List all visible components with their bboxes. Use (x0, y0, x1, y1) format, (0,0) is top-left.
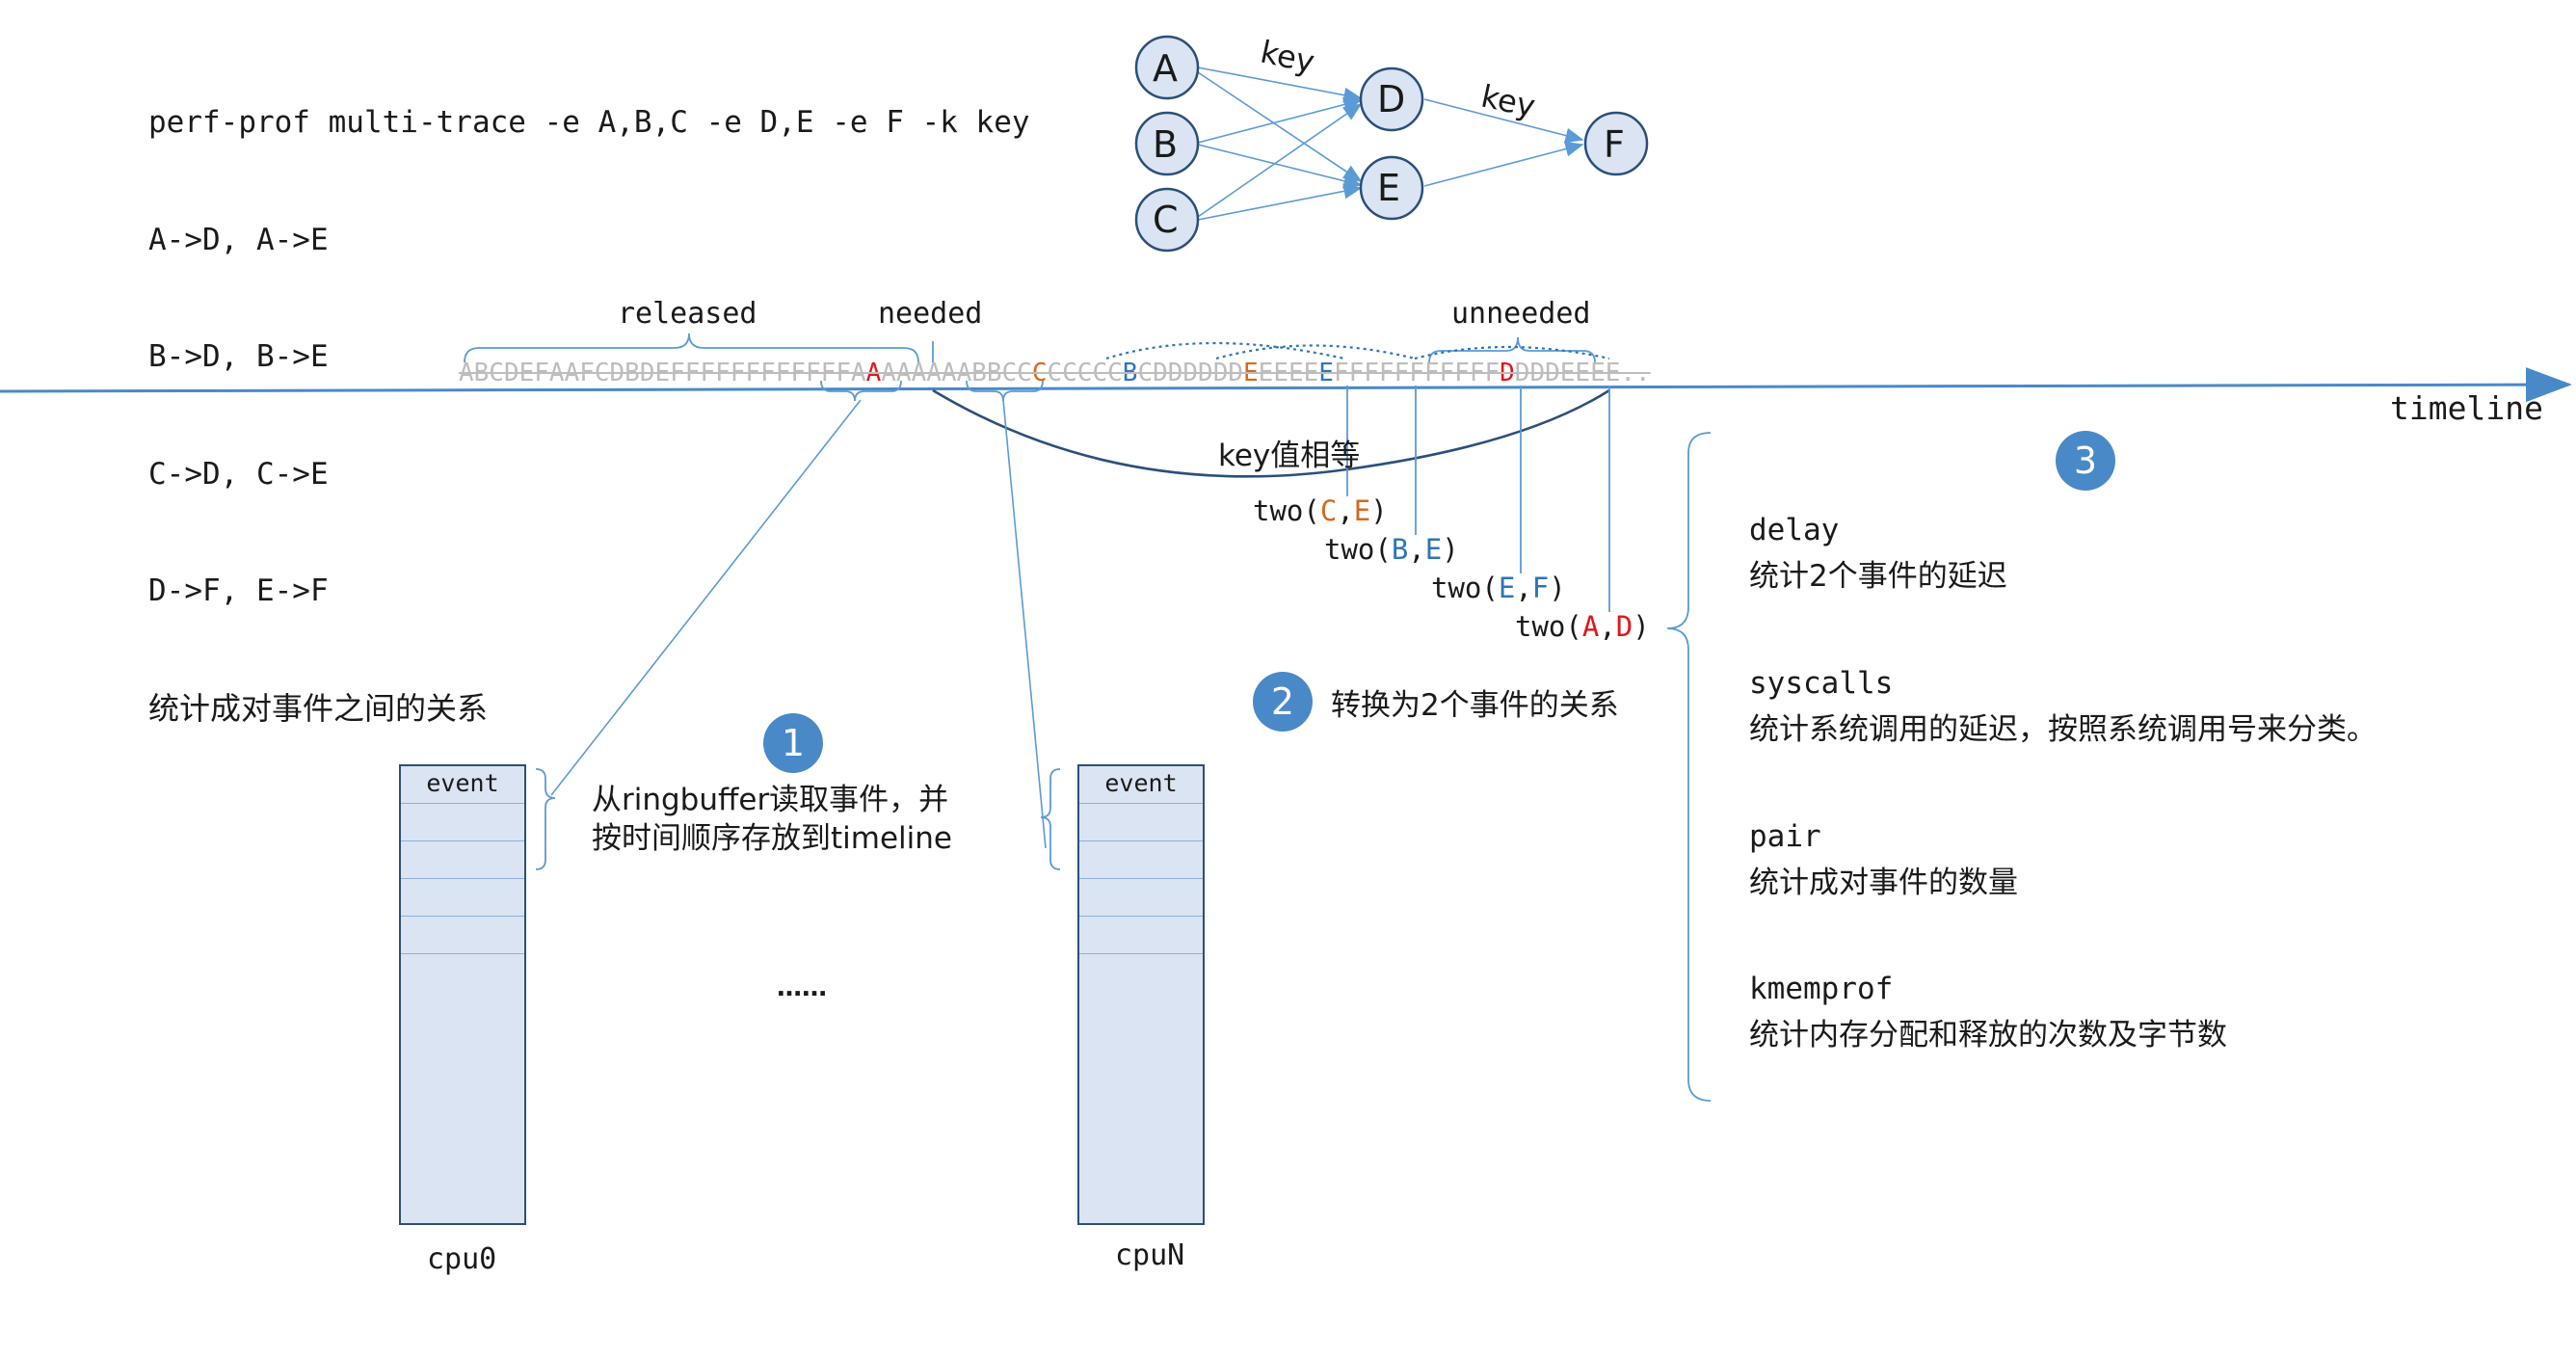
released-label: released (618, 297, 757, 331)
bracket-cpuN (1040, 768, 1061, 870)
edge-c-e (1197, 183, 1363, 221)
seq-seg: C (1031, 359, 1048, 387)
mode-desc: 统计成对事件的数量 (1749, 866, 2018, 900)
needed-label: needed (878, 297, 983, 331)
graph-nodes (1134, 35, 1649, 253)
mode-name: syscalls (1749, 666, 1894, 701)
pair-label-e-f: two(E,F) (1431, 572, 1566, 604)
node-d-label: D (1377, 78, 1406, 120)
seq-seg: CDDDDDD (1137, 359, 1244, 387)
bracket-cpu0 (535, 768, 556, 870)
buffer-slot (401, 804, 524, 841)
mode-delay: delay 统计2个事件的延迟 (1749, 513, 2007, 594)
mode-name: kmemprof (1749, 972, 1894, 1006)
seq-seg: A (865, 359, 882, 387)
unneeded-label: unneeded (1451, 297, 1591, 331)
buffer-slot (1079, 917, 1203, 954)
buffer-slot (1079, 804, 1203, 841)
step-1-line: 从ringbuffer读取事件，并 (592, 783, 949, 817)
key-equal-label: key值相等 (1218, 439, 1361, 473)
mode-desc: 统计2个事件的延迟 (1749, 559, 2007, 594)
seq-seg: E (1243, 359, 1259, 387)
mode-desc: 统计内存分配和释放的次数及字节数 (1749, 1018, 2227, 1053)
timeline-axis-label: timeline (2390, 389, 2543, 427)
mode-desc: 统计系统调用的延迟，按照系统调用号来分类。 (1749, 712, 2377, 747)
cpu0-label: cpu0 (427, 1242, 497, 1276)
buffer-slot (1079, 879, 1203, 917)
mode-pair: pair 统计成对事件的数量 (1749, 819, 2018, 900)
cpu0-ringbuffer: event (399, 764, 526, 1225)
seq-seg: CCCCC (1047, 359, 1123, 387)
step-2-badge: 2 (1253, 672, 1313, 732)
step-1-line: 按时间顺序存放到timeline (592, 821, 952, 856)
cpuN-label: cpuN (1115, 1239, 1185, 1272)
pair-label-c-e: two(C,E) (1253, 494, 1388, 527)
pair-label-a-d: two(A,D) (1515, 610, 1650, 643)
seq-seg: FFFFFFFFFFF (1333, 359, 1500, 387)
mode-name: delay (1749, 513, 1840, 547)
seq-seg: E (1318, 359, 1334, 387)
seq-seg: ABCDEFAAFCDBDEFFFFFFFFFFFFA (459, 359, 866, 387)
seq-seg: AAAAAABBCC (881, 359, 1032, 387)
step-2-text: 转换为2个事件的关系 (1331, 688, 1619, 723)
event-sequence: ABCDEFAAFCDBDEFFFFFFFFFFFFAAAAAAAABBCCCC… (459, 359, 1651, 387)
buffer-slot (1079, 841, 1203, 879)
step-1-badge: 1 (763, 713, 823, 773)
modes-bracket (1666, 432, 1712, 1102)
node-f-label: F (1604, 123, 1625, 166)
seq-seg: B (1122, 359, 1138, 387)
edge-e-f (1423, 141, 1584, 187)
node-c-label: C (1153, 199, 1179, 241)
cpu-ellipsis: …… (777, 973, 827, 1002)
mode-kmemprof: kmemprof 统计内存分配和释放的次数及字节数 (1749, 972, 2227, 1053)
pair-label-b-e: two(B,E) (1324, 533, 1459, 566)
mode-syscalls: syscalls 统计系统调用的延迟，按照系统调用号来分类。 (1749, 666, 2377, 747)
seq-seg: DDDEEEE.. (1514, 359, 1651, 387)
mode-name: pair (1749, 819, 1821, 854)
node-b-label: B (1153, 123, 1179, 166)
cpu0-header: event (401, 766, 524, 804)
seq-seg: EEEE (1258, 359, 1319, 387)
node-a-label: A (1153, 47, 1178, 90)
step-1-text: 从ringbuffer读取事件，并 按时间顺序存放到timeline (592, 781, 952, 858)
step-3-badge: 3 (2056, 431, 2115, 491)
cpuN-header: event (1079, 766, 1203, 804)
seq-seg: D (1500, 359, 1515, 387)
cpuN-ringbuffer: event (1077, 764, 1205, 1225)
buffer-slot (401, 841, 524, 879)
link-cpuN (1002, 399, 1047, 849)
buffer-slot (401, 917, 524, 954)
node-e-label: E (1377, 167, 1401, 209)
buffer-slot (401, 879, 524, 917)
